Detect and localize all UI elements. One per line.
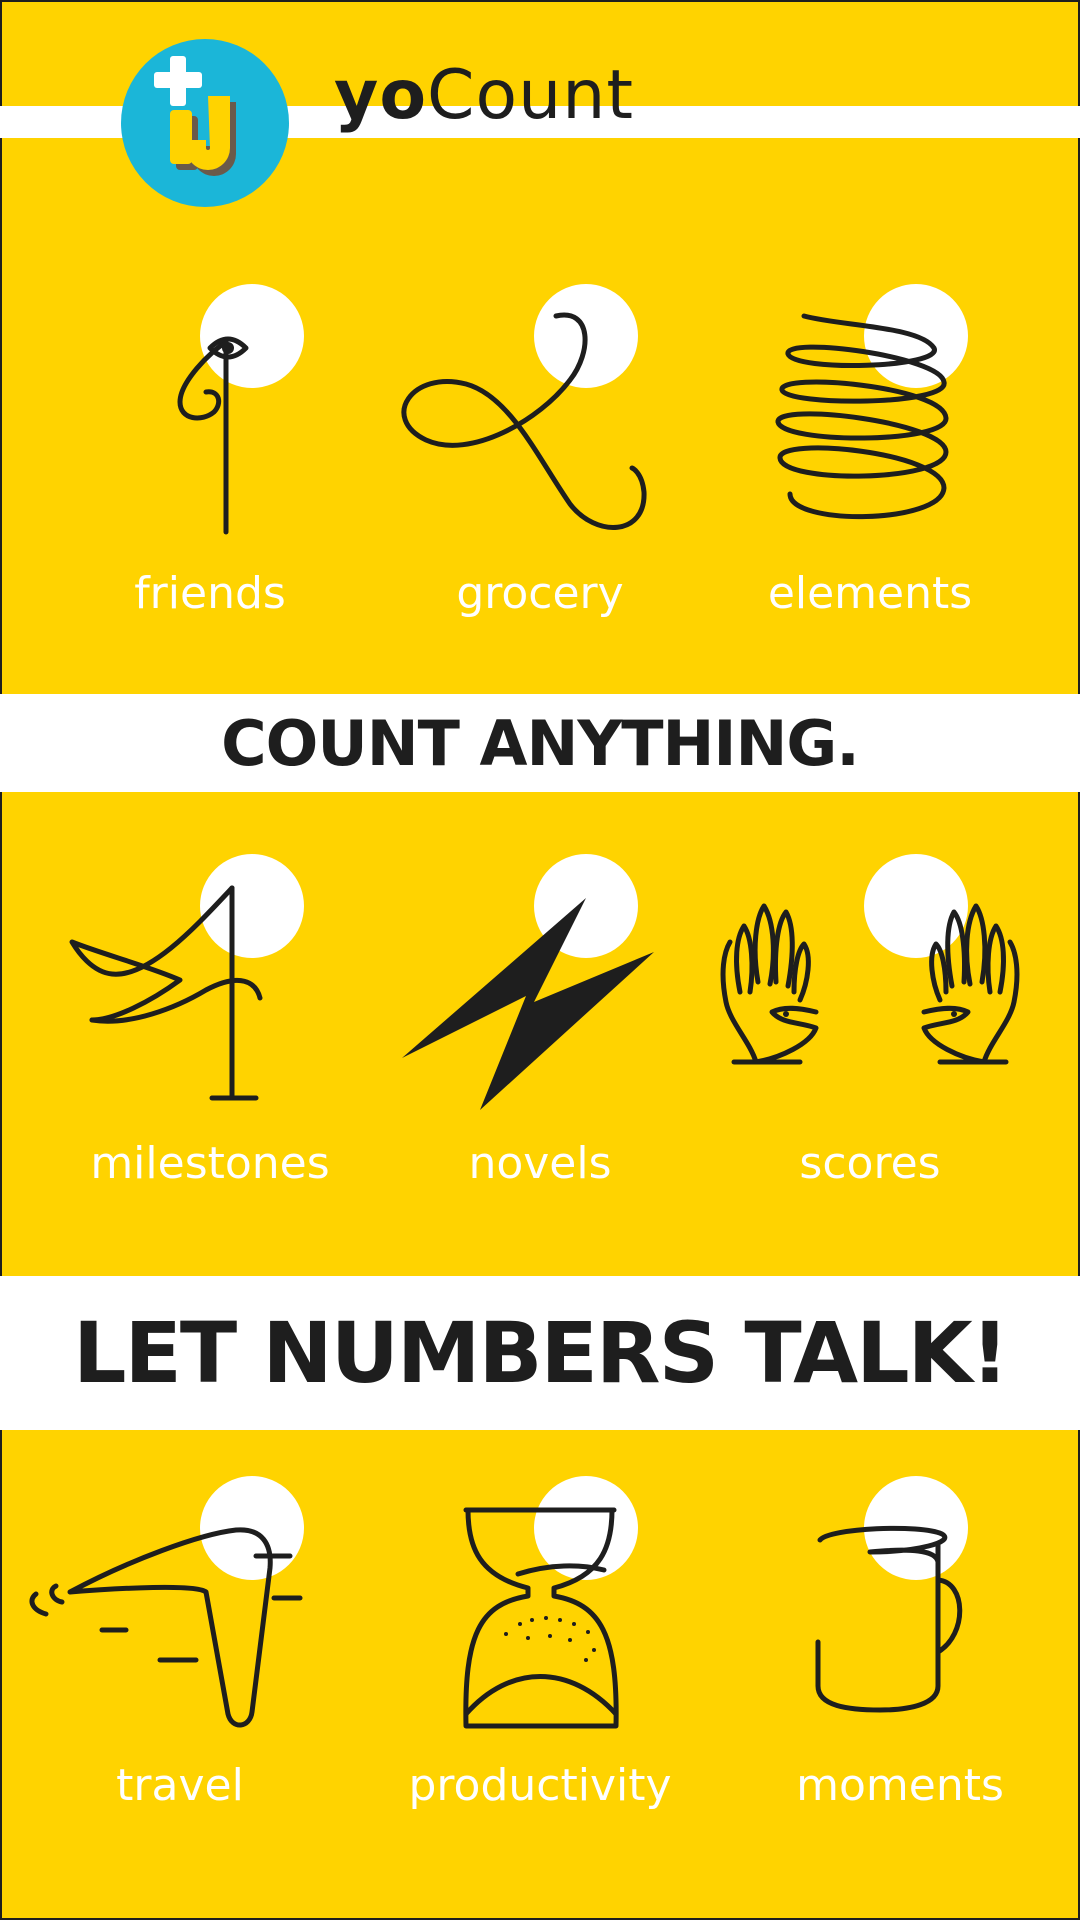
- flag-hammock-icon: [69, 854, 304, 1101]
- tagline-let-numbers-talk: LET NUMBERS TALK!: [0, 1276, 1080, 1430]
- tagline-count-anything: COUNT ANYTHING.: [0, 694, 1080, 792]
- app-title-prefix: yo: [334, 56, 428, 135]
- category-label: travel: [116, 1760, 244, 1811]
- category-elements: elements: [690, 272, 1050, 672]
- category-milestones: milestones: [30, 842, 390, 1242]
- app-title: yoCount: [334, 56, 634, 136]
- spring-coil-icon: [775, 284, 968, 520]
- category-label: milestones: [90, 1138, 330, 1189]
- category-friends: friends: [30, 272, 390, 672]
- category-productivity: productivity: [360, 1464, 720, 1864]
- category-scores: scores: [690, 842, 1050, 1242]
- category-label: friends: [134, 568, 286, 619]
- app-title-suffix: Count: [427, 56, 634, 135]
- category-row-2: milestones novels scores: [0, 842, 1080, 1242]
- mug-icon: [815, 1476, 968, 1713]
- category-label: grocery: [456, 568, 624, 619]
- clapping-hands-icon: [720, 854, 1020, 1065]
- eye-one-icon: [177, 284, 304, 535]
- category-label: elements: [767, 568, 973, 619]
- category-row-3: travel productivity moments: [0, 1464, 1080, 1864]
- category-travel: travel: [0, 1464, 360, 1864]
- lightning-bolt-icon: [402, 854, 654, 1110]
- hourglass-icon: [463, 1476, 638, 1729]
- category-label: novels: [468, 1138, 612, 1189]
- category-label: scores: [799, 1138, 941, 1189]
- category-novels: novels: [360, 842, 720, 1242]
- category-row-1: friends grocery elements: [0, 272, 1080, 672]
- airplane-seven-icon: [29, 1476, 304, 1728]
- category-grocery: grocery: [360, 272, 720, 672]
- category-label: moments: [796, 1760, 1004, 1811]
- loop-two-icon: [401, 284, 647, 530]
- category-moments: moments: [720, 1464, 1080, 1864]
- app-logo-icon: [121, 39, 289, 207]
- category-label: productivity: [408, 1760, 672, 1811]
